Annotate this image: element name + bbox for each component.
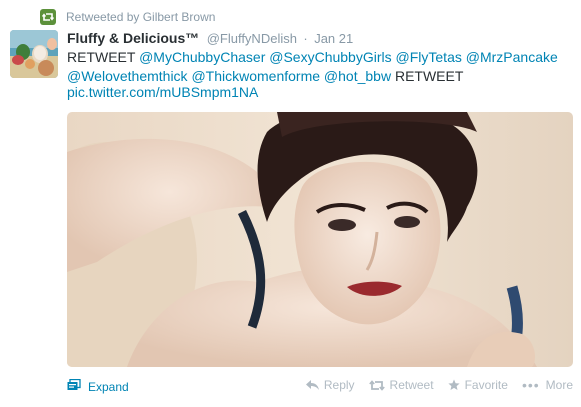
mention-link[interactable]: @Welovethemthick — [67, 68, 188, 84]
retweet-icon — [368, 379, 385, 391]
tweet-header: Fluffy & Delicious™ @FluffyNDelish · Jan… — [67, 29, 353, 48]
expand-label: Expand — [88, 379, 129, 394]
more-label: More — [545, 378, 573, 392]
tweet[interactable]: Retweeted by Gilbert Brown Fluffy & Deli… — [0, 0, 581, 407]
reply-label: Reply — [323, 378, 355, 392]
mention-link[interactable]: @FlyTetas — [396, 49, 462, 65]
tweet-text-lead: RETWEET — [67, 49, 136, 65]
reply-button[interactable]: Reply — [305, 378, 355, 392]
header-separator: · — [303, 31, 308, 46]
more-dots-icon: ••• — [521, 377, 540, 393]
reply-icon — [305, 379, 319, 390]
more-button[interactable]: ••• More — [522, 377, 573, 393]
tweet-text-tail: RETWEET — [394, 68, 464, 84]
tweet-actions: Reply Retweet Favorite ••• More — [292, 377, 573, 393]
retweet-badge-icon — [40, 9, 56, 25]
mention-link[interactable]: @MrzPancake — [466, 49, 558, 65]
media-link[interactable]: pic.twitter.com/mUBSmpm1NA — [67, 84, 258, 100]
mention-link[interactable]: @hot_bbw — [324, 68, 391, 84]
avatar[interactable] — [10, 30, 58, 78]
author-fullname[interactable]: Fluffy & Delicious™ — [67, 30, 199, 46]
retweet-label: Retweet — [389, 378, 434, 392]
star-icon — [447, 379, 460, 390]
tweet-text: RETWEET @MyChubbyChaser @SexyChubbyGirls… — [67, 48, 567, 86]
retweet-button[interactable]: Retweet — [368, 378, 434, 392]
mention-link[interactable]: @MyChubbyChaser — [139, 49, 265, 65]
media-expand-icon — [67, 378, 81, 394]
tweet-timestamp[interactable]: Jan 21 — [314, 31, 353, 46]
favorite-label: Favorite — [464, 378, 508, 392]
tweet-media-photo[interactable] — [67, 112, 573, 367]
retweet-context: Retweeted by Gilbert Brown — [40, 9, 215, 25]
favorite-button[interactable]: Favorite — [447, 378, 508, 392]
expand-link[interactable]: Expand — [67, 378, 129, 394]
retweeted-by-label[interactable]: Retweeted by Gilbert Brown — [66, 10, 215, 24]
author-username[interactable]: @FluffyNDelish — [207, 31, 297, 46]
mention-link[interactable]: @SexyChubbyGirls — [269, 49, 391, 65]
mention-link[interactable]: @Thickwomenforme — [191, 68, 320, 84]
